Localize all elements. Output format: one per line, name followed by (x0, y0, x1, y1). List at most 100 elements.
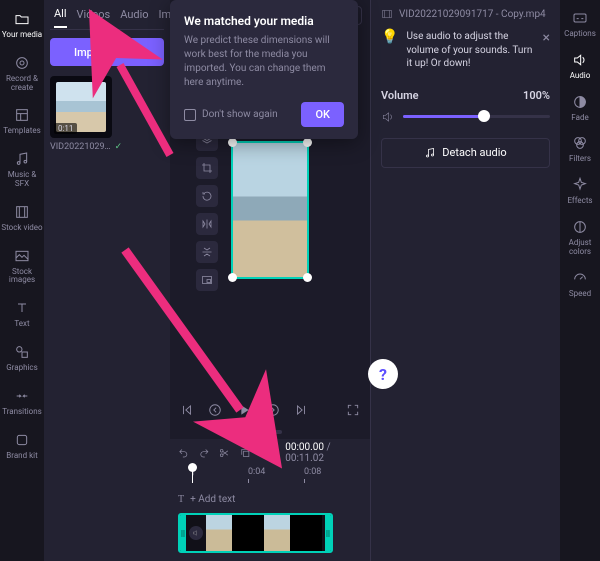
dont-show-again-checkbox[interactable]: Don't show again (184, 109, 278, 121)
rail-label: Record & create (0, 75, 44, 93)
project-name: VID20221029091717 - Copy.mp4 (399, 9, 546, 20)
adjust-icon (571, 218, 589, 236)
delete-icon[interactable] (261, 447, 272, 459)
rail-label: Graphics (6, 364, 38, 373)
video-clip[interactable]: || || (178, 513, 333, 553)
rail-text[interactable]: Text (0, 293, 44, 337)
rail-label: Stock images (0, 268, 44, 286)
clip-audio-icon[interactable] (189, 526, 203, 540)
add-text-track[interactable]: T+ Add text (178, 489, 362, 509)
help-button[interactable]: ? (368, 359, 398, 389)
ruler-tick: 0:04 (248, 467, 265, 477)
fade-icon (571, 93, 589, 111)
right-nav-rail: Captions Audio Fade Filters Effects Adju… (560, 0, 600, 561)
effects-icon (571, 176, 589, 194)
rail-label: Your media (2, 31, 42, 40)
rail-label: Music & SFX (0, 171, 44, 189)
popover-body: We predict these dimensions will work be… (184, 34, 344, 90)
crop-icon[interactable] (196, 157, 218, 179)
rail-label: Stock video (1, 224, 42, 233)
import-media-button[interactable]: Import media (50, 38, 164, 66)
rail-captions[interactable]: Captions (564, 4, 596, 46)
aspect-ratio-popover: We matched your media We predict these d… (170, 0, 358, 139)
skip-end-icon[interactable] (294, 403, 308, 417)
rail-music-sfx[interactable]: Music & SFX (0, 144, 44, 197)
video-canvas[interactable] (231, 141, 309, 279)
thumbnail-name: VID20221029…✓ (50, 142, 112, 152)
volume-label: Volume (381, 89, 419, 102)
timeline-panel: 00:00.00 / 00:11.02 | 0:04 0:08 T+ Add t… (170, 439, 370, 561)
filters-icon (571, 134, 589, 152)
rail-label: Transitions (2, 408, 42, 417)
rotate-icon[interactable] (196, 185, 218, 207)
resize-handle[interactable] (228, 273, 237, 282)
playhead[interactable] (192, 467, 193, 483)
timeline-ruler[interactable]: | 0:04 0:08 (178, 467, 362, 483)
rail-templates[interactable]: Templates (0, 100, 44, 144)
close-icon[interactable]: × (543, 30, 550, 71)
flip-vertical-icon[interactable] (196, 241, 218, 263)
thumbnail-image: 0:11 (50, 76, 112, 138)
copy-icon[interactable] (240, 447, 251, 459)
rail-your-media[interactable]: Your media (0, 4, 44, 48)
rail-transitions[interactable]: Transitions (0, 381, 44, 425)
volume-slider[interactable] (381, 110, 550, 124)
slider-thumb[interactable] (478, 110, 490, 122)
tab-videos[interactable]: Videos (77, 8, 111, 27)
speaker-icon (381, 110, 395, 124)
clip-handle-left[interactable]: || (180, 515, 186, 551)
folder-icon (13, 10, 31, 28)
timeline-time: 00:00.00 / 00:11.02 (285, 442, 362, 464)
rail-stock-images[interactable]: Stock images (0, 241, 44, 294)
detach-audio-button[interactable]: Detach audio (381, 138, 550, 168)
clip-track[interactable]: || || (178, 513, 362, 553)
flip-horizontal-icon[interactable] (196, 213, 218, 235)
rail-audio[interactable]: Audio (570, 46, 591, 88)
rail-brand-kit[interactable]: Brand kit (0, 425, 44, 469)
clip-handle-right[interactable]: || (325, 515, 331, 551)
rail-filters[interactable]: Filters (569, 129, 591, 171)
audio-tip: 💡 Use audio to adjust the volume of your… (381, 30, 550, 71)
rail-graphics[interactable]: Graphics (0, 337, 44, 381)
text-icon (13, 299, 31, 317)
media-tabs: All Videos Audio Imag (50, 6, 164, 30)
rail-speed[interactable]: Speed (569, 264, 591, 306)
resize-handle[interactable] (303, 273, 312, 282)
film-icon (13, 203, 31, 221)
right-panel: VID20221029091717 - Copy.mp4 💡 Use audio… (370, 0, 560, 561)
ok-button[interactable]: OK (301, 102, 344, 127)
brand-icon (13, 431, 31, 449)
image-icon (13, 247, 31, 265)
panel-splitter[interactable] (170, 425, 370, 439)
captions-icon (571, 9, 589, 27)
left-nav-rail: Your media Record & create Templates Mus… (0, 0, 44, 561)
media-thumbnail[interactable]: 0:11 VID20221029…✓ (50, 76, 112, 152)
rail-label: Templates (3, 127, 40, 136)
music-icon (13, 150, 31, 168)
rail-effects[interactable]: Effects (567, 171, 592, 213)
tab-all[interactable]: All (54, 7, 67, 28)
tip-text: Use audio to adjust the volume of your s… (406, 30, 534, 71)
project-name-row: VID20221029091717 - Copy.mp4 (381, 8, 550, 20)
tab-audio[interactable]: Audio (120, 8, 148, 27)
skip-start-icon[interactable] (180, 403, 194, 417)
pip-icon[interactable] (196, 269, 218, 291)
split-icon[interactable] (219, 447, 230, 459)
step-back-icon[interactable] (208, 403, 222, 417)
rail-adjust-colors[interactable]: Adjust colors (560, 213, 600, 264)
canvas-side-tools (196, 129, 218, 291)
rail-fade[interactable]: Fade (571, 88, 589, 130)
step-forward-icon[interactable] (266, 403, 280, 417)
undo-icon[interactable] (178, 447, 189, 459)
ruler-tick: 0:08 (304, 467, 321, 477)
transition-icon (13, 387, 31, 405)
speaker-icon (571, 51, 589, 69)
popover-title: We matched your media (184, 14, 344, 28)
shapes-icon (13, 343, 31, 361)
fullscreen-icon[interactable] (346, 403, 360, 417)
play-button[interactable] (236, 402, 252, 418)
rail-stock-video[interactable]: Stock video (0, 197, 44, 241)
redo-icon[interactable] (199, 447, 210, 459)
rail-record-create[interactable]: Record & create (0, 48, 44, 101)
rail-label: Text (14, 320, 29, 329)
